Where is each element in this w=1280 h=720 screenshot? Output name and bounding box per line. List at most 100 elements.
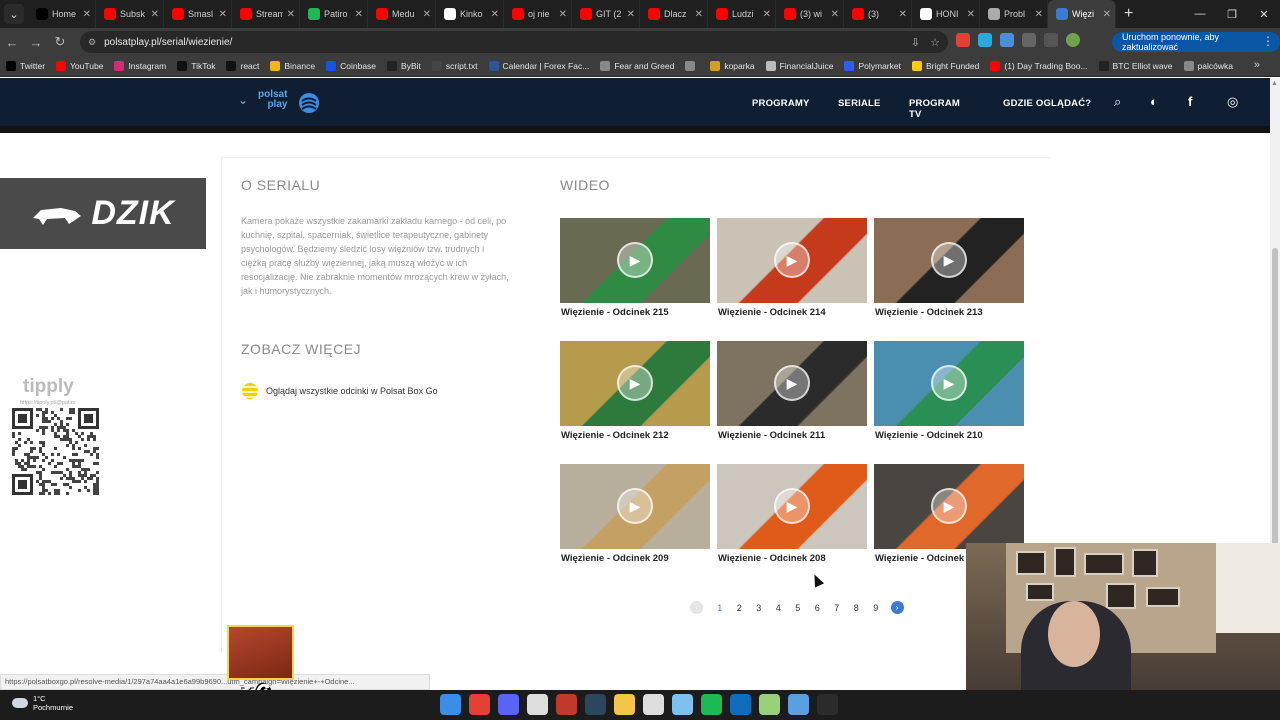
bookmark-item[interactable]: TikTok	[177, 61, 215, 71]
bookmark-item[interactable]: YouTube	[56, 61, 103, 71]
browser-tab[interactable]: Smasl ✕	[164, 0, 232, 28]
video-thumbnail[interactable]: ▶	[560, 218, 710, 303]
bookmark-item[interactable]: Bright Funded	[911, 61, 979, 71]
notepad-icon[interactable]	[527, 694, 548, 715]
nav-program-tv[interactable]: PROGRAM TV	[909, 98, 960, 120]
bookmark-item[interactable]: Fear and Greed	[600, 61, 674, 71]
video-thumbnail[interactable]: ▶	[717, 341, 867, 426]
discord-icon[interactable]	[498, 694, 519, 715]
close-tab-icon[interactable]: ✕	[491, 9, 499, 20]
play-icon[interactable]: ▶	[617, 488, 653, 524]
chrome-icon[interactable]	[469, 694, 490, 715]
tab-search-button[interactable]: ⌄	[4, 4, 24, 24]
video-thumbnail[interactable]: ▶	[874, 464, 1024, 549]
close-tab-icon[interactable]: ✕	[559, 9, 567, 20]
back-icon[interactable]: ←	[0, 35, 24, 50]
notes-icon[interactable]	[759, 694, 780, 715]
weather-widget[interactable]: 1°C Pochmurnie	[12, 694, 73, 712]
browser-tab[interactable]: HONI ✕	[912, 0, 980, 28]
avatar[interactable]	[1066, 33, 1080, 47]
browser-tab[interactable]: Medu ✕	[368, 0, 436, 28]
reading-list-icon[interactable]	[1044, 33, 1058, 47]
video-title-link[interactable]: Więzienie - Odcinek 215	[561, 307, 669, 318]
bookmark-item[interactable]: BTC Elliot wave	[1098, 61, 1173, 71]
page-number[interactable]: 4	[769, 603, 789, 613]
close-tab-icon[interactable]: ✕	[1103, 9, 1111, 20]
page-number[interactable]: 8	[847, 603, 867, 613]
windows-icon[interactable]	[440, 694, 461, 715]
close-tab-icon[interactable]: ✕	[1035, 9, 1043, 20]
bookmark-item[interactable]: palcówka	[1183, 61, 1233, 71]
bookmark-item[interactable]: Instagram	[114, 61, 166, 71]
forward-icon[interactable]: →	[24, 35, 48, 50]
update-button[interactable]: Uruchom ponownie, aby zaktualizować	[1112, 32, 1280, 52]
page-number[interactable]: 9	[866, 603, 886, 613]
video-thumbnail[interactable]: ▶	[560, 341, 710, 426]
extension-icon[interactable]	[978, 33, 992, 47]
restore-button[interactable]: ❐	[1216, 0, 1248, 28]
page-number[interactable]: 6	[808, 603, 828, 613]
bookmark-item[interactable]: Coinbase	[326, 61, 376, 71]
play-icon[interactable]: ▶	[774, 488, 810, 524]
polsat-play-logo[interactable]: polsat play	[258, 90, 287, 110]
extension-icon[interactable]	[1000, 33, 1014, 47]
bookmark-item[interactable]: Polymarket	[844, 61, 901, 71]
browser-tab[interactable]: (3) ✕	[844, 0, 912, 28]
bookmark-item[interactable]	[685, 61, 699, 71]
video-title-link[interactable]: Więzienie - Odcinek 210	[875, 430, 983, 441]
close-tab-icon[interactable]: ✕	[219, 9, 227, 20]
close-tab-icon[interactable]: ✕	[899, 9, 907, 20]
video-thumbnail[interactable]: ▶	[874, 218, 1024, 303]
contrast-icon[interactable]: ◐	[1150, 94, 1158, 109]
steam-icon[interactable]	[585, 694, 606, 715]
close-tab-icon[interactable]: ✕	[83, 9, 91, 20]
browser-tab[interactable]: Home ✕	[28, 0, 96, 28]
bookmark-item[interactable]: Binance	[270, 61, 315, 71]
close-tab-icon[interactable]: ✕	[695, 9, 703, 20]
video-title-link[interactable]: Więzienie - Odcinek 207	[875, 553, 967, 564]
video-title-link[interactable]: Więzienie - Odcinek 214	[718, 307, 826, 318]
prev-page-button[interactable]: ‹	[690, 601, 703, 614]
folder-icon[interactable]	[614, 694, 635, 715]
video-title-link[interactable]: Więzienie - Odcinek 208	[718, 553, 826, 564]
close-tab-icon[interactable]: ✕	[287, 9, 295, 20]
bookmark-item[interactable]: (1) Day Trading Boo...	[990, 61, 1088, 71]
play-icon[interactable]: ▶	[931, 242, 967, 278]
bookmark-item[interactable]: Calendar | Forex Fac...	[488, 61, 589, 71]
close-tab-icon[interactable]: ✕	[151, 9, 159, 20]
close-tab-icon[interactable]: ✕	[967, 9, 975, 20]
play-icon[interactable]: ▶	[774, 242, 810, 278]
nav-programy[interactable]: PROGRAMY	[752, 98, 810, 109]
browser-tab[interactable]: Ludzi ✕	[708, 0, 776, 28]
bookmark-item[interactable]: react	[226, 61, 259, 71]
extension-icon[interactable]	[956, 33, 970, 47]
browser-tab[interactable]: Subsk ✕	[96, 0, 164, 28]
scrollbar-thumb[interactable]	[1272, 248, 1278, 578]
minimize-button[interactable]: —	[1184, 0, 1216, 28]
browser-tab[interactable]: Kinko ✕	[436, 0, 504, 28]
close-tab-icon[interactable]: ✕	[355, 9, 363, 20]
browser-tab[interactable]: (3) wi ✕	[776, 0, 844, 28]
terminal-icon[interactable]	[817, 694, 838, 715]
close-tab-icon[interactable]: ✕	[831, 9, 839, 20]
photos-icon[interactable]	[788, 694, 809, 715]
video-title-link[interactable]: Więzienie - Odcinek 211	[718, 430, 825, 441]
new-tab-button[interactable]: +	[1124, 5, 1133, 23]
browser-tab[interactable]: GIT (2 ✕	[572, 0, 640, 28]
video-thumbnail[interactable]: ▶	[874, 341, 1024, 426]
close-tab-icon[interactable]: ✕	[763, 9, 771, 20]
play-icon[interactable]: ▶	[617, 242, 653, 278]
video-thumbnail[interactable]: ▶	[717, 218, 867, 303]
see-more-link[interactable]: Oglądaj wszystkie odcinki w Polsat Box G…	[242, 383, 438, 399]
nav-seriale[interactable]: SERIALE	[838, 98, 881, 109]
menu-icon[interactable]: ⋮	[1262, 34, 1274, 48]
play-icon[interactable]: ▶	[931, 365, 967, 401]
chevron-down-icon[interactable]: ⌄	[238, 93, 248, 107]
page-number[interactable]: 7	[827, 603, 847, 613]
page-number[interactable]: 5	[788, 603, 808, 613]
close-window-button[interactable]: ✕	[1248, 0, 1280, 28]
address-bar[interactable]: ⚙ polsatplay.pl/serial/wiezienie/ ⇩ ☆	[80, 31, 948, 53]
browser-tab[interactable]: Dlacz ✕	[640, 0, 708, 28]
video-thumbnail[interactable]: ▶	[560, 464, 710, 549]
next-page-button[interactable]: ›	[890, 601, 904, 614]
